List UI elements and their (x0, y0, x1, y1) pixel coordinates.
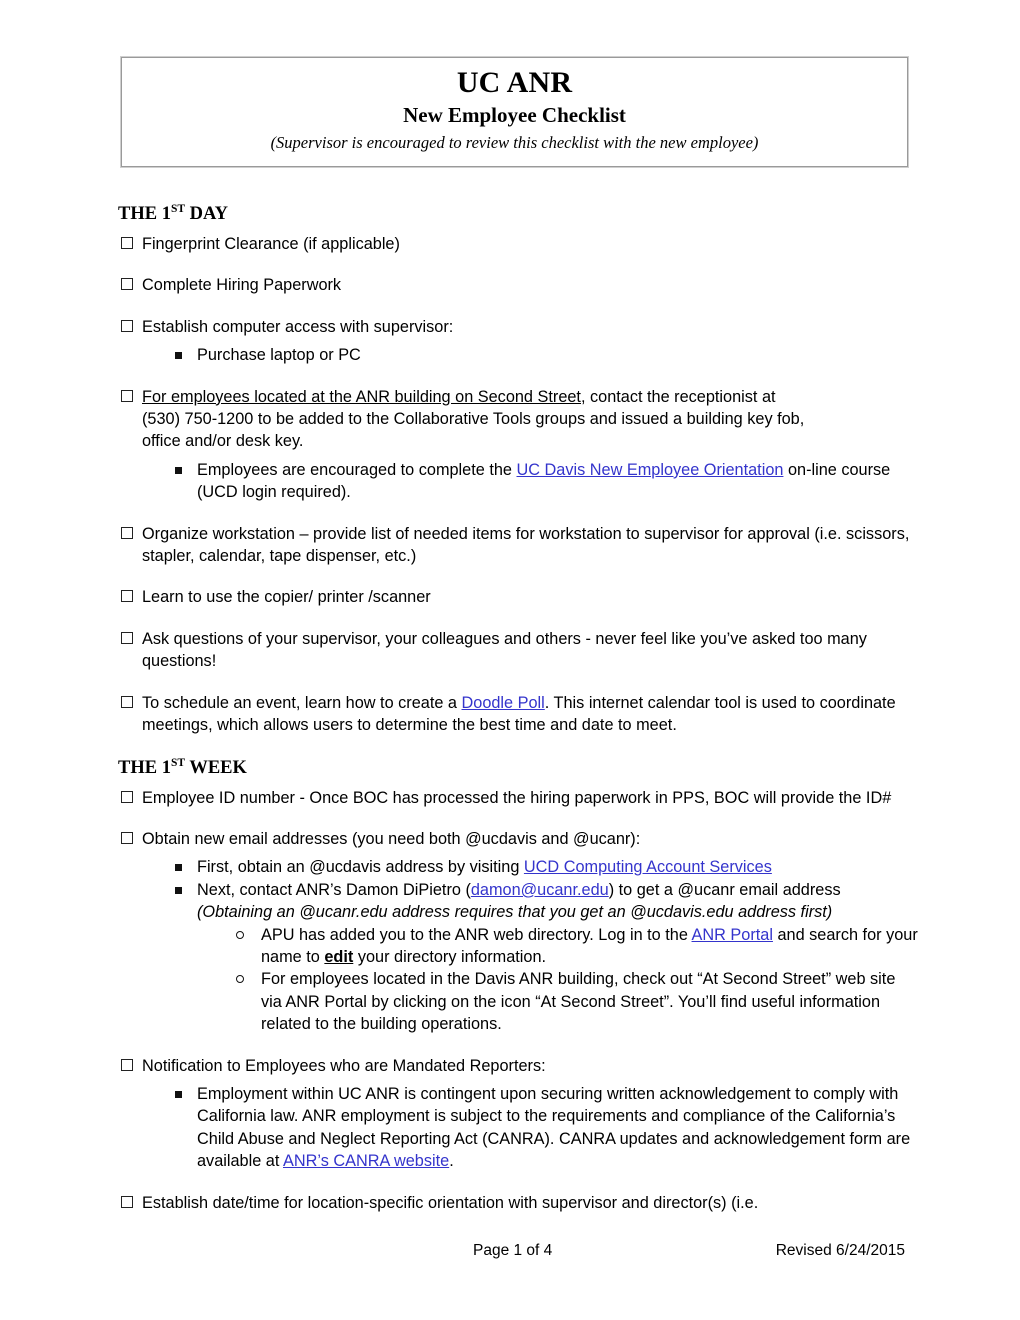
checkbox-icon[interactable] (121, 695, 133, 708)
section-heading-first-week: THE 1ST WEEK (118, 757, 918, 779)
list-item: APU has added you to the ANR web directo… (235, 924, 918, 969)
document-subtitle: (Supervisor is encouraged to review this… (270, 133, 759, 152)
checklist-item-label-line3: office and/or desk key. (142, 432, 304, 451)
checklist-item-label-pre: To schedule an event, learn how to creat… (142, 693, 462, 712)
checkbox-icon[interactable] (121, 1195, 133, 1208)
list-item-label-post: . (449, 1152, 454, 1171)
checklist-item-computer-access[interactable]: Establish computer access with superviso… (118, 316, 918, 338)
checklist-item-second-street[interactable]: For employees located at the ANR buildin… (118, 386, 918, 453)
section-heading-first-day-pre: THE 1 (118, 204, 171, 224)
square-bullet-icon (175, 352, 182, 360)
checkbox-icon[interactable] (121, 526, 133, 539)
checklist-item-label: Organize workstation – provide list of n… (142, 524, 910, 566)
sub-list-email-addresses: First, obtain an @ucdavis address by vis… (118, 856, 918, 1035)
checklist-item-label: Obtain new email addresses (you need bot… (142, 829, 641, 848)
link-ucd-new-employee-orientation[interactable]: UC Davis New Employee Orientation (517, 461, 784, 479)
section-heading-first-day-post: DAY (185, 204, 229, 224)
underlined-phrase: For employees located at the ANR buildin… (142, 387, 586, 406)
list-item: Employees are encouraged to complete the… (175, 459, 918, 504)
checklist-item-mandated-reporters[interactable]: Notification to Employees who are Mandat… (118, 1055, 918, 1077)
list-item-label: Employment within UC ANR is contingent u… (197, 1085, 910, 1170)
square-bullet-icon (175, 466, 182, 474)
checklist-item-label: Complete Hiring Paperwork (142, 276, 342, 295)
list-item-label-post: your directory information. (353, 947, 547, 966)
checkbox-icon[interactable] (121, 1058, 133, 1071)
checkbox-icon[interactable] (121, 319, 133, 332)
checklist-item-email-addresses[interactable]: Obtain new email addresses (you need bot… (118, 828, 918, 850)
checkbox-icon[interactable] (121, 590, 133, 603)
section-heading-first-week-sup: ST (170, 756, 186, 769)
sub-sub-list-portal: APU has added you to the ANR web directo… (197, 924, 918, 1036)
section-heading-first-day-sup: ST (170, 202, 186, 215)
checklist-item-label: For employees located at the ANR buildin… (142, 386, 918, 408)
section-heading-first-day: THE 1ST DAY (118, 203, 918, 225)
list-item: Employment within UC ANR is contingent u… (175, 1083, 918, 1173)
circle-bullet-icon (236, 930, 244, 939)
checkbox-icon[interactable] (121, 278, 133, 291)
document-page: UC ANR New Employee Checklist (Superviso… (0, 0, 1020, 1320)
list-item-label-pre: First, obtain an @ucdavis address by vis… (197, 858, 524, 877)
checkbox-icon[interactable] (121, 237, 133, 249)
section-heading-first-week-post: WEEK (185, 757, 247, 778)
link-damon-email[interactable]: damon@ucanr.edu (471, 881, 609, 899)
list-item: First, obtain an @ucdavis address by vis… (175, 856, 918, 878)
checklist-item-label: Establish date/time for location-specifi… (142, 1193, 759, 1212)
checklist-item-label: Notification to Employees who are Mandat… (142, 1056, 546, 1075)
checklist-item-label: Employee ID number - Once BOC has proces… (142, 788, 892, 807)
list-item-label-post: ) to get a @ucanr email address (608, 880, 841, 899)
sub-list-orientation: Employees are encouraged to complete the… (118, 459, 918, 504)
checklist-item-label-rest: contact the receptionist at (585, 387, 776, 406)
document-body: THE 1ST DAY Fingerprint Clearance (if ap… (118, 203, 918, 1233)
checkbox-icon[interactable] (121, 790, 133, 803)
square-bullet-icon (175, 1090, 182, 1098)
document-title: New Employee Checklist (403, 103, 626, 127)
list-item-label-pre: Next, contact ANR’s Damon DiPietro ( (197, 880, 471, 899)
list-item: Next, contact ANR’s Damon DiPietro (damo… (175, 879, 918, 1036)
list-item-label: For employees located in the Davis ANR b… (261, 970, 896, 1034)
link-anr-portal[interactable]: ANR Portal (692, 926, 773, 944)
checklist-item-ask-questions[interactable]: Ask questions of your supervisor, your c… (118, 628, 918, 673)
checklist-item-employee-id[interactable]: Employee ID number - Once BOC has proces… (118, 787, 918, 809)
checklist-item-copier[interactable]: Learn to use the copier/ printer /scanne… (118, 586, 918, 608)
checklist-item-label-line2: (530) 750-1200 to be added to the Collab… (142, 410, 805, 429)
list-item-label: Next, contact ANR’s Damon DiPietro (damo… (197, 881, 841, 899)
link-ucd-computing-account-services[interactable]: UCD Computing Account Services (524, 858, 772, 876)
checklist-item-label: To schedule an event, learn how to creat… (142, 692, 918, 737)
square-bullet-icon (175, 886, 182, 894)
footer-page-number: Page 1 of 4 (473, 1242, 553, 1259)
circle-bullet-icon (236, 975, 244, 984)
checklist-item-fingerprint[interactable]: Fingerprint Clearance (if applicable) (118, 233, 918, 255)
checkbox-icon[interactable] (121, 831, 133, 844)
checklist-item-orientation-datetime[interactable]: Establish date/time for location-specifi… (118, 1192, 918, 1214)
checklist-item-label: Learn to use the copier/ printer /scanne… (142, 588, 431, 607)
list-item-note-italic: (Obtaining an @ucanr.edu address require… (197, 903, 833, 922)
list-item-label: First, obtain an @ucdavis address by vis… (197, 858, 772, 876)
link-anr-canra-website[interactable]: ANR’s CANRA website (283, 1152, 449, 1170)
checklist-item-doodle-poll[interactable]: To schedule an event, learn how to creat… (118, 692, 918, 737)
list-item-label: Purchase laptop or PC (197, 346, 361, 365)
section-heading-first-week-pre: THE 1 (118, 757, 171, 778)
list-item: For employees located in the Davis ANR b… (235, 968, 918, 1035)
organization-title: UC ANR (456, 66, 573, 99)
checklist-item-label: Fingerprint Clearance (if applicable) (142, 235, 400, 253)
checklist-item-label: Ask questions of your supervisor, your c… (142, 629, 867, 671)
sub-list-mandated-reporters: Employment within UC ANR is contingent u… (118, 1083, 918, 1173)
square-bullet-icon (175, 864, 182, 872)
list-item-label: Employees are encouraged to complete the… (197, 461, 890, 501)
checklist-item-organize-workstation[interactable]: Organize workstation – provide list of n… (118, 523, 918, 568)
emphasis-edit: edit (324, 947, 354, 966)
checklist-item-label: Establish computer access with superviso… (142, 317, 454, 336)
list-item-label-pre: Employees are encouraged to complete the (197, 460, 517, 479)
list-item-label: APU has added you to the ANR web directo… (261, 926, 918, 966)
footer-revised-date: Revised 6/24/2015 (775, 1242, 905, 1259)
document-header-box: UC ANR New Employee Checklist (Superviso… (120, 56, 909, 168)
checkbox-icon[interactable] (121, 631, 133, 644)
link-doodle-poll[interactable]: Doodle Poll (462, 694, 545, 712)
list-item: Purchase laptop or PC (175, 344, 918, 366)
sub-list-computer-access: Purchase laptop or PC (118, 344, 918, 366)
list-item-label-pre: APU has added you to the ANR web directo… (261, 925, 692, 944)
checklist-item-hiring-paperwork[interactable]: Complete Hiring Paperwork (118, 274, 918, 296)
checkbox-icon[interactable] (121, 389, 133, 402)
